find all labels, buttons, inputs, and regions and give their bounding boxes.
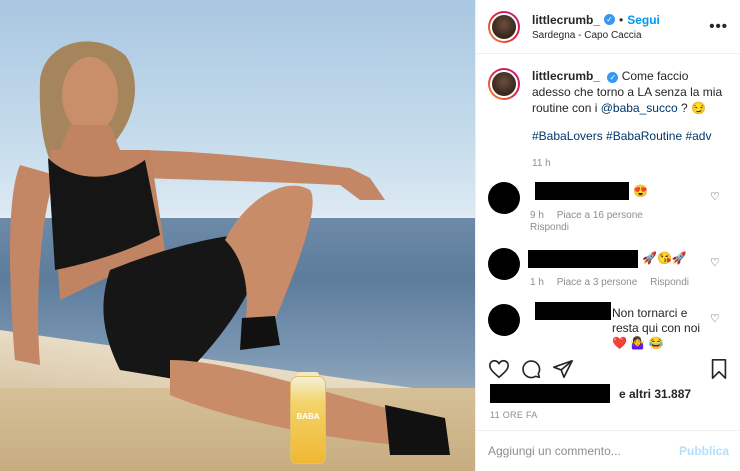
post-header: littlecrumb_ ✓ • Segui Sardegna - Capo C… xyxy=(476,0,740,54)
comment-likes[interactable]: Piace a 16 persone xyxy=(557,210,643,221)
comment-time: 9 h xyxy=(530,210,544,221)
comment-avatar[interactable] xyxy=(488,248,520,280)
caption-hashtags[interactable]: #BabaLovers #BabaRoutine #adv xyxy=(532,128,728,144)
post-side-panel: littlecrumb_ ✓ • Segui Sardegna - Capo C… xyxy=(475,0,740,471)
author-username[interactable]: littlecrumb_ xyxy=(532,13,600,27)
heart-icon[interactable]: ♡ xyxy=(710,258,721,269)
comment-input[interactable] xyxy=(488,444,668,458)
likes-count[interactable]: e altri 31.887 xyxy=(619,387,691,401)
caption-text: littlecrumb_ ✓ Come faccio adesso che to… xyxy=(532,68,728,172)
verified-icon: ✓ xyxy=(607,72,619,83)
comment-likes[interactable]: Piace a 3 persone xyxy=(557,277,638,288)
separator-dot: • xyxy=(619,12,624,27)
redacted-liker xyxy=(490,384,610,403)
caption-body-end: ? 😏 xyxy=(677,101,706,115)
header-text: littlecrumb_ ✓ • Segui Sardegna - Capo C… xyxy=(532,13,660,41)
comment-time: 1 h xyxy=(530,277,544,288)
post-photo[interactable]: BABA xyxy=(0,0,475,471)
heart-icon[interactable]: ♡ xyxy=(710,192,721,203)
share-icon[interactable] xyxy=(552,358,574,380)
comment-avatar[interactable] xyxy=(488,304,520,336)
caption-block: littlecrumb_ ✓ Come faccio adesso che to… xyxy=(476,54,740,173)
comment-meta: 1 h Piace a 3 persone Rispondi xyxy=(530,277,699,288)
comment-meta: 9 h Piace a 16 persone xyxy=(530,210,653,221)
woman-figure xyxy=(10,41,450,455)
more-options-icon[interactable]: ••• xyxy=(709,18,728,35)
follow-button[interactable]: Segui xyxy=(627,13,660,27)
comment-text: Non tornarci e resta qui con noi❤️ 🤷‍♀️ … xyxy=(612,306,701,350)
comment-text: 😍 xyxy=(633,184,648,198)
comment-item: Non tornarci e resta qui con noi❤️ 🤷‍♀️ … xyxy=(488,302,729,350)
post-location[interactable]: Sardegna - Capo Caccia xyxy=(532,30,660,41)
heart-icon[interactable]: ♡ xyxy=(710,314,721,325)
caption-username[interactable]: littlecrumb_ xyxy=(532,69,600,83)
bookmark-icon[interactable] xyxy=(708,358,730,380)
redacted-username xyxy=(535,182,629,200)
action-bar xyxy=(476,352,740,388)
comment-reply-button[interactable]: Rispondi xyxy=(530,222,569,233)
verified-icon: ✓ xyxy=(604,14,616,25)
author-avatar[interactable] xyxy=(488,10,520,43)
publish-button[interactable]: Pubblica xyxy=(679,444,729,458)
comment-composer: Pubblica xyxy=(476,430,740,471)
comment-item: 😍 9 h Piace a 16 persone Rispondi ♡ xyxy=(488,182,729,233)
comment-item: 🚀😘🚀 1 h Piace a 3 persone Rispondi ♡ xyxy=(488,248,729,293)
heart-icon[interactable] xyxy=(488,358,510,380)
comment-avatar[interactable] xyxy=(488,182,520,214)
redacted-username xyxy=(535,302,611,320)
post-time[interactable]: 11 ORE FA xyxy=(490,410,538,420)
comment-reply-button[interactable]: Rispondi xyxy=(650,277,689,288)
comment-text: 🚀😘🚀 xyxy=(642,251,687,265)
caption-time: 11 h xyxy=(532,158,551,169)
redacted-username xyxy=(528,250,638,268)
caption-mention[interactable]: @baba_succo xyxy=(601,101,678,115)
caption-avatar[interactable] xyxy=(488,68,520,100)
bottle-label: BABA xyxy=(296,412,320,421)
comment-icon[interactable] xyxy=(520,358,542,380)
